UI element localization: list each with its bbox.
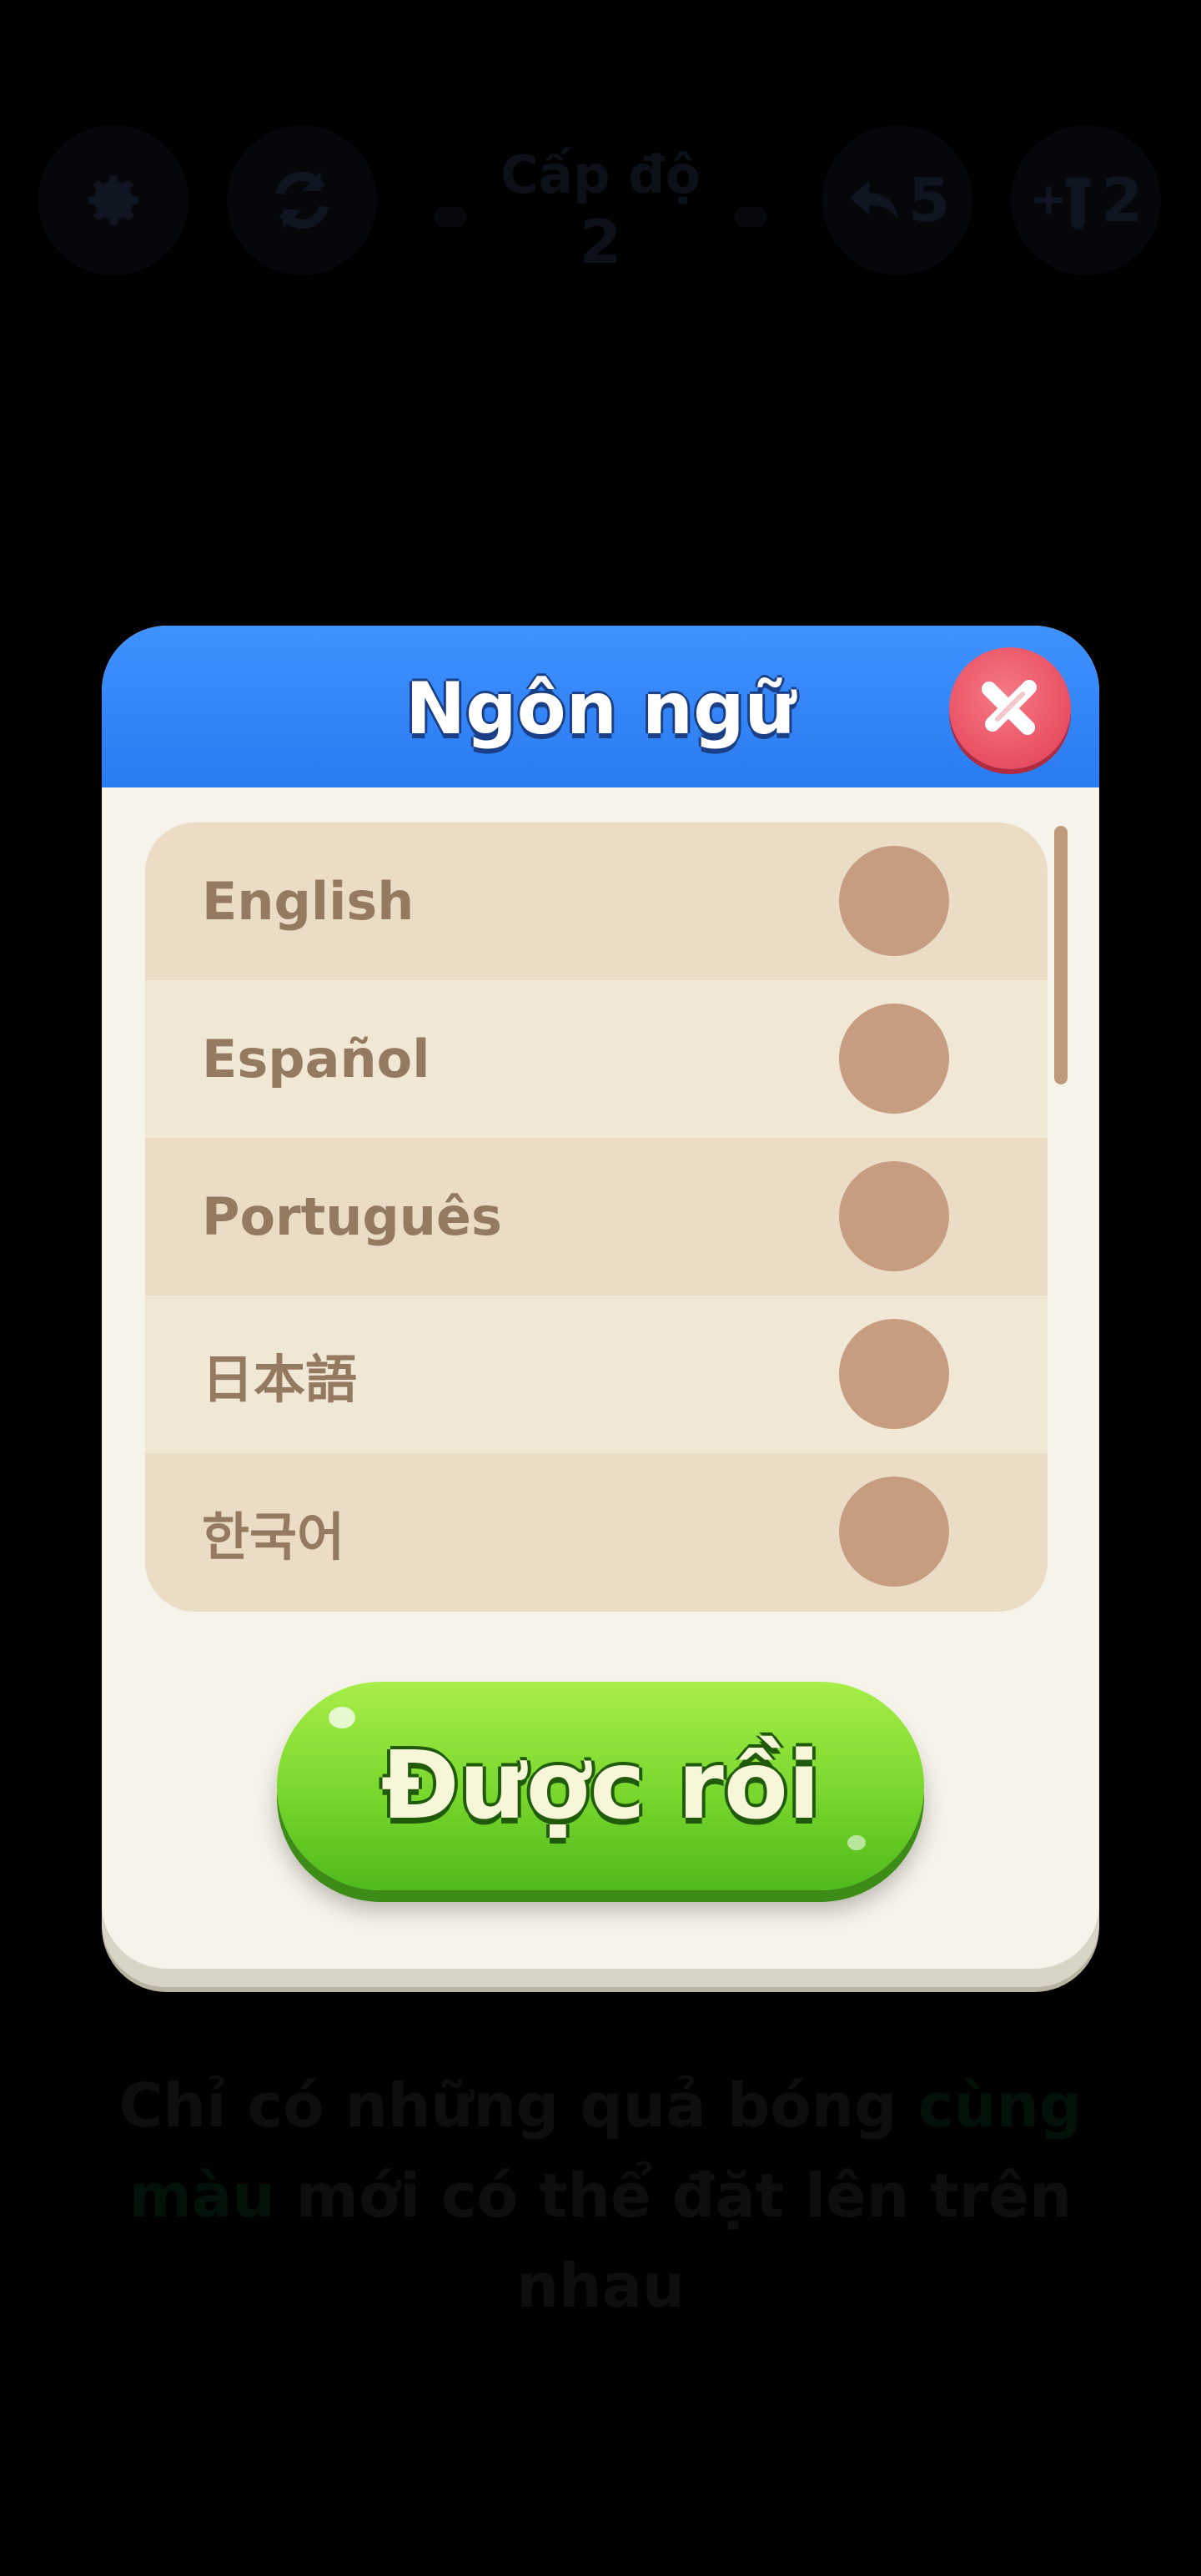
language-list[interactable]: English Español Português 日本語 한국어 xyxy=(145,823,1048,1612)
undo-icon xyxy=(845,171,903,229)
language-option-japanese[interactable]: 日本語 xyxy=(145,1296,1048,1453)
level-title: Cấp độ xyxy=(500,144,701,205)
add-tube-button[interactable]: 2 xyxy=(1011,125,1161,275)
add-tube-count: 2 xyxy=(1100,165,1143,235)
language-dialog: Ngôn ngữ English Español Português 日本語 한… xyxy=(102,626,1099,1987)
language-option-portuguese[interactable]: Português xyxy=(145,1138,1048,1296)
close-icon xyxy=(972,669,1048,747)
restart-icon xyxy=(264,163,339,238)
radio-button[interactable] xyxy=(839,1319,949,1429)
level-number: 2 xyxy=(579,207,622,277)
level-indicator: Cấp độ 2 xyxy=(434,142,767,284)
language-label: English xyxy=(202,871,415,932)
ok-button-label: Được rồi xyxy=(380,1732,821,1840)
undo-button[interactable]: 5 xyxy=(822,125,972,275)
level-bar-right xyxy=(734,207,767,227)
hint-text: Chỉ có những quả bóng cùng màu mới có th… xyxy=(100,2060,1101,2331)
hint-part2: mới có thể đặt lên trên nhau xyxy=(274,2161,1073,2321)
scrollbar[interactable] xyxy=(1054,826,1068,1610)
radio-button[interactable] xyxy=(839,1004,949,1114)
add-tube-icon xyxy=(1029,167,1096,234)
language-label: Português xyxy=(202,1186,502,1247)
language-option-spanish[interactable]: Español xyxy=(145,980,1048,1138)
gear-icon xyxy=(80,167,147,234)
ok-button[interactable]: Được rồi xyxy=(277,1682,924,1890)
scrollbar-thumb[interactable] xyxy=(1054,826,1068,1084)
close-button[interactable] xyxy=(949,647,1071,769)
hint-part1: Chỉ có những quả bóng xyxy=(118,2070,918,2141)
undo-count: 5 xyxy=(907,165,951,235)
language-label: 한국어 xyxy=(202,1506,345,1567)
restart-button[interactable] xyxy=(227,125,377,275)
language-label: Español xyxy=(202,1029,430,1089)
button-gloss xyxy=(329,1707,355,1728)
radio-button[interactable] xyxy=(839,846,949,956)
settings-button[interactable] xyxy=(38,125,188,275)
language-option-korean[interactable]: 한국어 xyxy=(145,1453,1048,1611)
radio-button[interactable] xyxy=(839,1161,949,1271)
button-gloss xyxy=(847,1835,866,1850)
language-option-english[interactable]: English xyxy=(145,823,1048,980)
radio-button[interactable] xyxy=(839,1477,949,1587)
dialog-header: Ngôn ngữ xyxy=(102,626,1099,787)
level-bar-left xyxy=(434,207,467,227)
language-label: 日本語 xyxy=(202,1348,358,1410)
